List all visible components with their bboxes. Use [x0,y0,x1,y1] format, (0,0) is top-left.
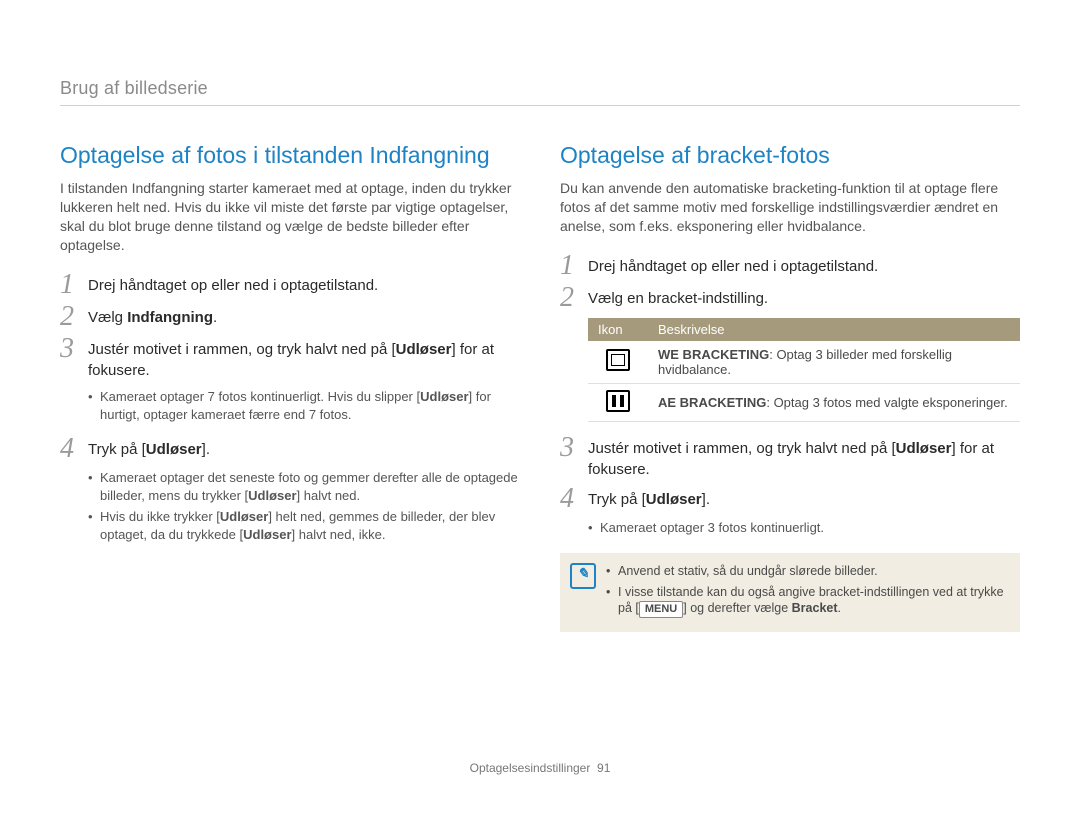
right-step-1: 1 Drej håndtaget op eller ned i optageti… [560,254,1020,280]
text-bold: Udløser [420,389,468,404]
note-icon: ✎ [570,563,596,589]
left-step-4: 4 Tryk på [Udløser]. [60,437,520,463]
bracket-table: Ikon Beskrivelse WE BRACKETING: Optag 3 … [588,318,1020,422]
text-bold: Udløser [243,527,291,542]
text-bold: AE BRACKETING [658,395,766,410]
text: Tryk på [ [88,441,146,458]
left-step-2: 2 Vælg Indfangning. [60,305,520,331]
text-bold: WE BRACKETING [658,347,769,362]
bullet: Hvis du ikke trykker [Udløser] helt ned,… [88,508,520,543]
table-row: WE BRACKETING: Optag 3 billeder med fors… [588,341,1020,384]
note-item: I visse tilstande kan du også angive bra… [606,584,1006,619]
step-text: Justér motivet i rammen, og tryk halvt n… [88,337,520,383]
text: Justér motivet i rammen, og tryk halvt n… [88,341,396,358]
text: Vælg [88,309,127,326]
left-step-4-bullets: Kameraet optager det seneste foto og gem… [88,469,520,543]
text: ] halvt ned, ikke. [292,527,386,542]
left-step-3-bullets: Kameraet optager 7 fotos kontinuerligt. … [88,388,520,423]
right-column: Optagelse af bracket-fotos Du kan anvend… [560,142,1020,632]
text-bold: Udløser [146,441,202,458]
note-list: Anvend et stativ, så du undgår slørede b… [606,563,1006,623]
text-bold: Indfangning [127,309,213,326]
step-number: 1 [60,271,88,299]
text: Tryk på [ [588,491,646,508]
step-text: Tryk på [Udløser]. [88,437,520,461]
note-item: Anvend et stativ, så du undgår slørede b… [606,563,1006,580]
menu-key: MENU [639,601,683,618]
right-heading: Optagelse af bracket-fotos [560,142,1020,169]
page-number: 91 [597,761,610,775]
breadcrumb: Brug af billedserie [60,78,1020,106]
text: Kameraet optager 7 fotos kontinuerligt. … [100,389,420,404]
step-text: Drej håndtaget op eller ned i optagetils… [88,273,520,297]
text: . [213,309,217,326]
left-intro: I tilstanden Indfangning starter kamerae… [60,179,520,255]
step-text: Tryk på [Udløser]. [588,487,1020,511]
step-number: 2 [560,284,588,312]
text: ] og derefter vælge [683,601,791,615]
text: : Optag 3 fotos med valgte eksponeringer… [766,395,1007,410]
cell-desc: AE BRACKETING: Optag 3 fotos med valgte … [648,383,1020,421]
text-bold: Udløser [646,491,702,508]
footer-label: Optagelsesindstillinger [470,761,591,775]
step-text: Justér motivet i rammen, og tryk halvt n… [588,436,1020,482]
bullet: Kameraet optager det seneste foto og gem… [88,469,520,504]
right-step-4: 4 Tryk på [Udløser]. [560,487,1020,513]
right-intro: Du kan anvende den automatiske bracketin… [560,179,1020,236]
left-step-3: 3 Justér motivet i rammen, og tryk halvt… [60,337,520,383]
left-heading: Optagelse af fotos i tilstanden Indfangn… [60,142,520,169]
step-number: 4 [560,485,588,513]
text-bold: Udløser [220,509,268,524]
text: ]. [202,441,210,458]
right-step-4-bullets: Kameraet optager 3 fotos kontinuerligt. [588,519,1020,537]
left-step-1: 1 Drej håndtaget op eller ned i optageti… [60,273,520,299]
right-step-3: 3 Justér motivet i rammen, og tryk halvt… [560,436,1020,482]
th-icon: Ikon [588,318,648,341]
right-step-2: 2 Vælg en bracket-indstilling. [560,286,1020,312]
bullet: Kameraet optager 3 fotos kontinuerligt. [588,519,1020,537]
text-bold: Udløser [896,440,952,457]
text: Justér motivet i rammen, og tryk halvt n… [588,440,896,457]
table-row: AE BRACKETING: Optag 3 fotos med valgte … [588,383,1020,421]
bullet: Kameraet optager 7 fotos kontinuerligt. … [88,388,520,423]
text-bold: Bracket [792,601,838,615]
text: . [838,601,841,615]
note-box: ✎ Anvend et stativ, så du undgår slørede… [560,553,1020,633]
text: Hvis du ikke trykker [ [100,509,220,524]
ae-bracketing-icon [588,383,648,421]
step-number: 2 [60,303,88,331]
step-number: 3 [60,335,88,363]
step-text: Drej håndtaget op eller ned i optagetils… [588,254,1020,278]
th-desc: Beskrivelse [648,318,1020,341]
step-number: 4 [60,435,88,463]
text: ] halvt ned. [297,488,361,503]
text-bold: Udløser [248,488,296,503]
footer: Optagelsesindstillinger 91 [0,761,1080,775]
left-column: Optagelse af fotos i tilstanden Indfangn… [60,142,520,632]
text-bold: Udløser [396,341,452,358]
we-bracketing-icon [588,341,648,384]
step-text: Vælg Indfangning. [88,305,520,329]
step-text: Vælg en bracket-indstilling. [588,286,1020,310]
cell-desc: WE BRACKETING: Optag 3 billeder med fors… [648,341,1020,384]
step-number: 1 [560,252,588,280]
step-number: 3 [560,434,588,462]
text: ]. [702,491,710,508]
